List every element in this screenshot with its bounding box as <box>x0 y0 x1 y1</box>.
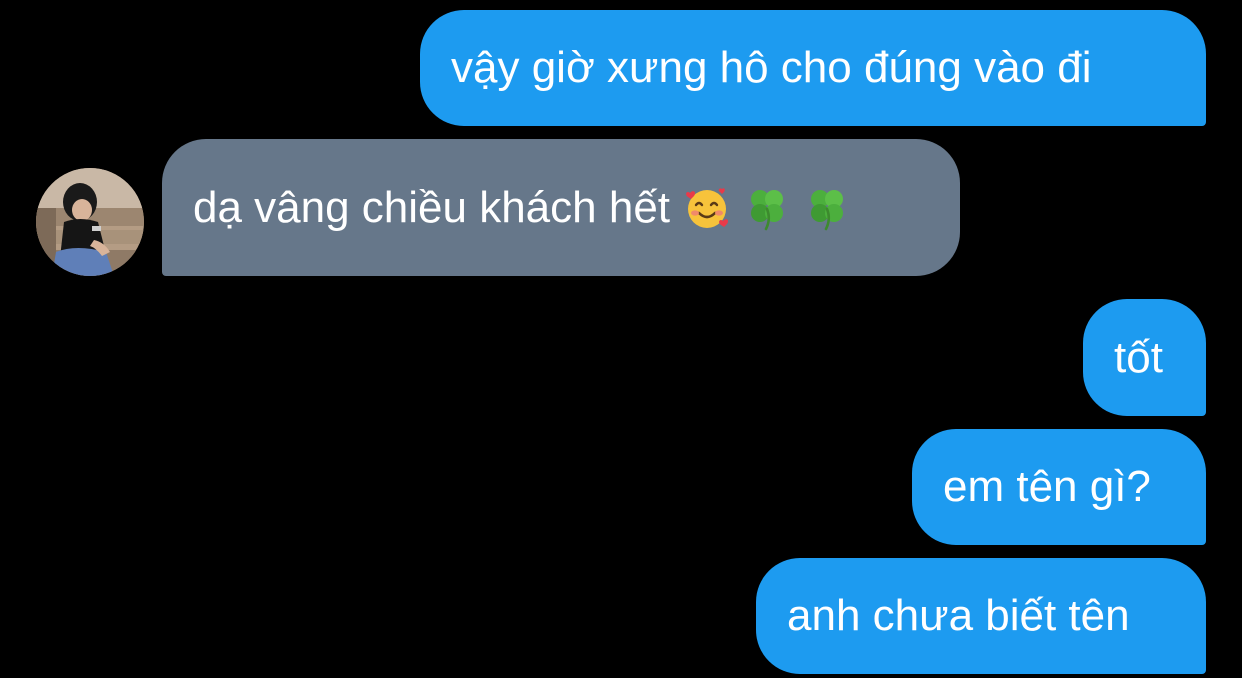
message-bubble-outgoing[interactable]: tốt <box>1083 299 1206 416</box>
message-bubble-outgoing[interactable]: vậy giờ xưng hô cho đúng vào đi <box>420 10 1206 126</box>
chat-thread: vậy giờ xưng hô cho đúng vào đi dạ vâng … <box>0 0 1242 678</box>
message-text: vậy giờ xưng hô cho đúng vào đi <box>451 43 1092 92</box>
avatar[interactable] <box>36 168 144 276</box>
message-text: tốt <box>1114 332 1163 382</box>
message-bubble-incoming[interactable]: dạ vâng chiều khách hết <box>162 139 960 276</box>
message-text: em tên gì? <box>943 462 1151 511</box>
four-leaf-clover-icon <box>804 185 850 231</box>
message-text: anh chưa biết tên <box>787 591 1130 640</box>
message-bubble-outgoing[interactable]: anh chưa biết tên <box>756 558 1206 674</box>
message-text: dạ vâng chiều khách hết <box>193 182 671 232</box>
four-leaf-clover-icon <box>744 185 790 231</box>
smiling-face-with-hearts-icon <box>684 185 730 231</box>
message-bubble-outgoing[interactable]: em tên gì? <box>912 429 1206 545</box>
avatar-photo-icon <box>36 168 144 276</box>
